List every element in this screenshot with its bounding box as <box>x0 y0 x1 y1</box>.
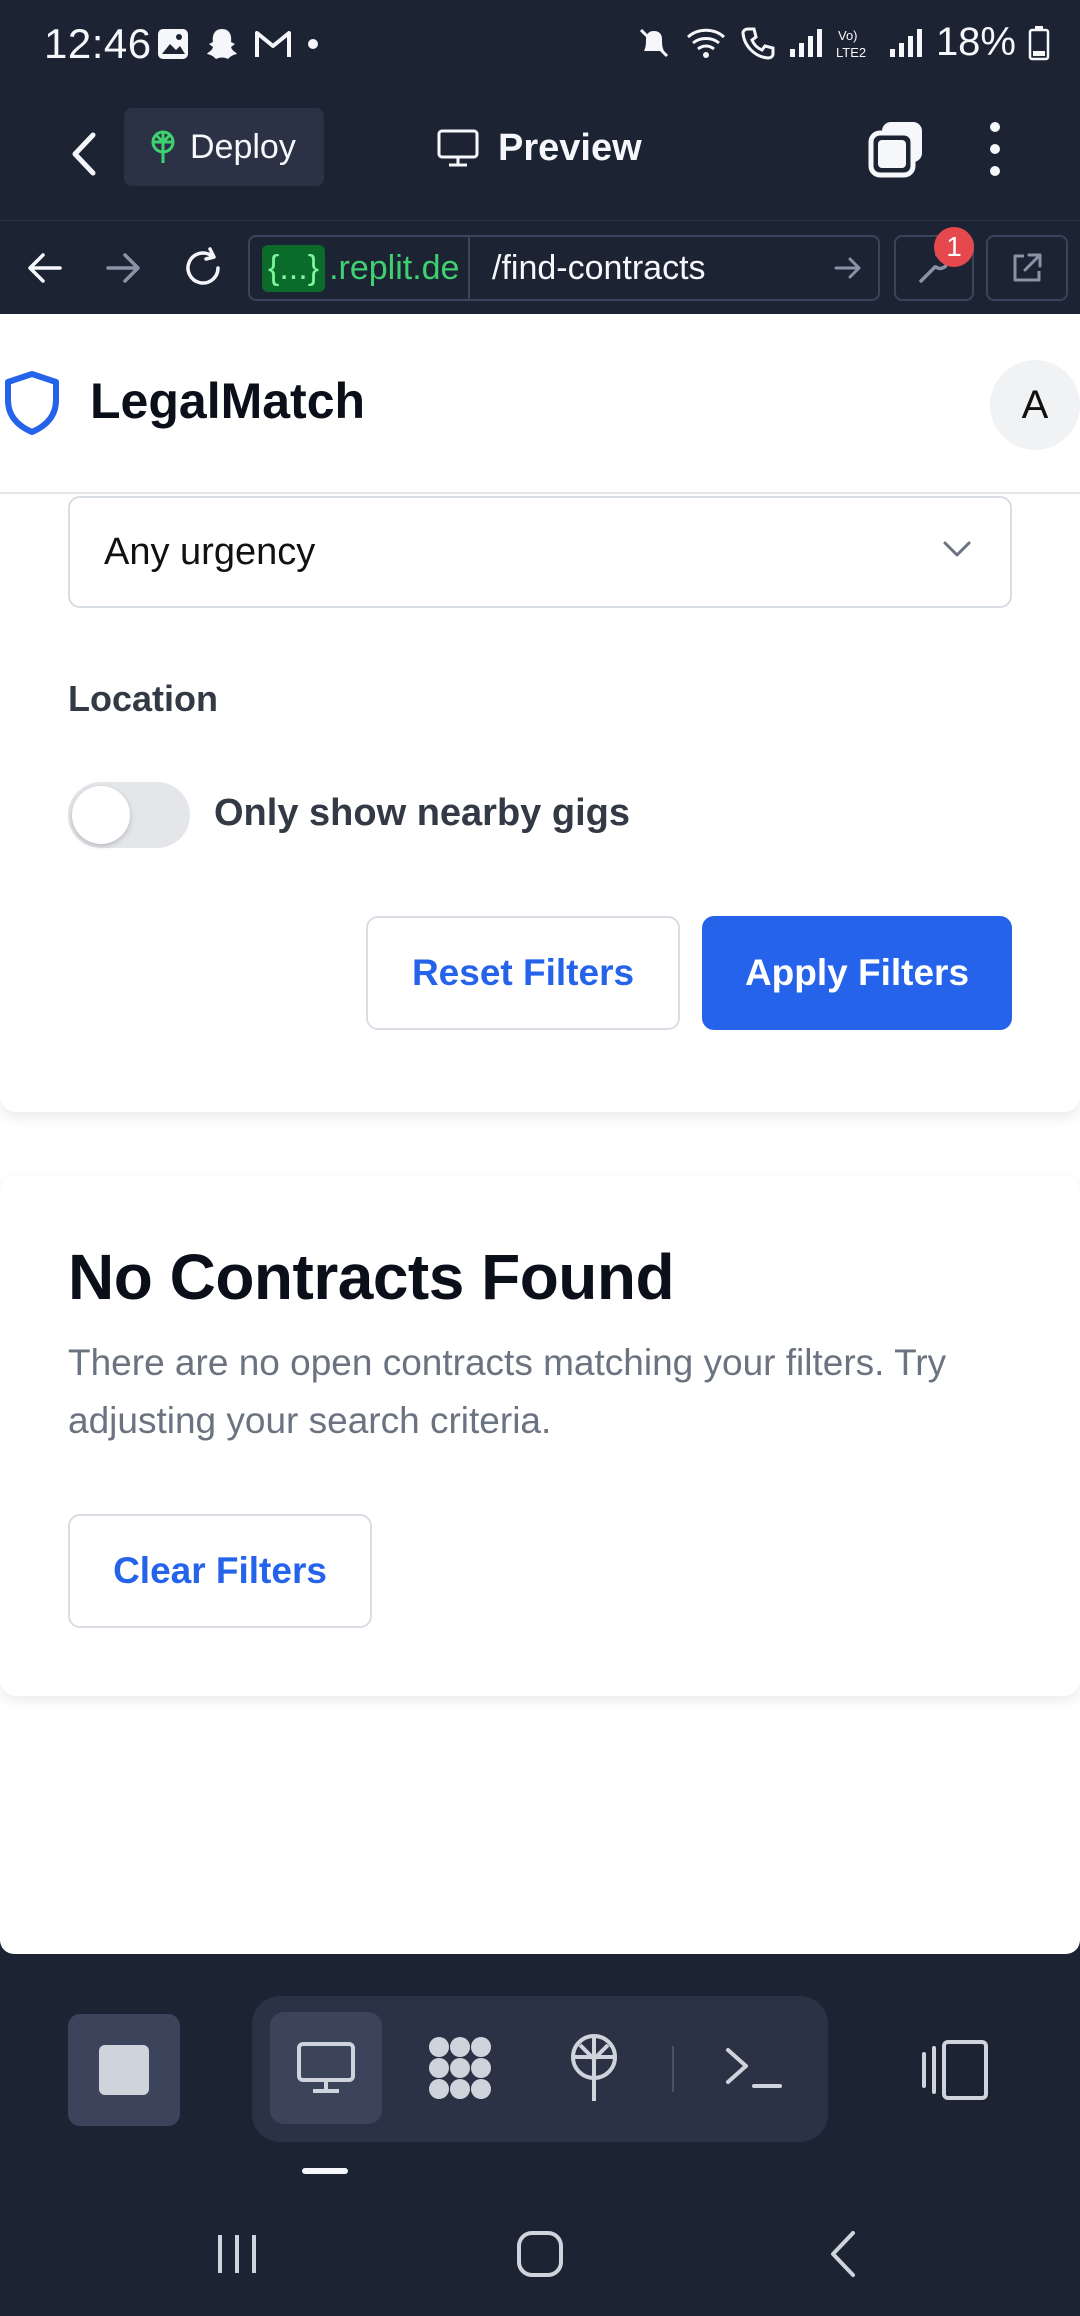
external-link-icon <box>1013 253 1042 282</box>
url-path: /find-contracts <box>492 248 706 287</box>
arrow-right-icon <box>834 257 861 279</box>
urgency-select-value: Any urgency <box>104 530 316 573</box>
image-icon <box>158 29 188 59</box>
empty-state-card: No Contracts Found There are no open con… <box>0 1176 1080 1696</box>
deploy-label: Deploy <box>190 127 296 166</box>
refresh-icon <box>186 247 220 285</box>
android-nav-bar <box>0 2180 1080 2316</box>
arrow-left-icon <box>28 253 62 283</box>
deploy-tool-button[interactable] <box>538 2012 650 2124</box>
preview-icon <box>297 2042 355 2093</box>
mute-icon <box>639 28 668 57</box>
url-host: {...} .replit.de <box>250 237 470 299</box>
notification-icons <box>156 26 320 62</box>
system-icons: Vo) LTE2 18% <box>636 20 1050 65</box>
more-icon-dot <box>990 144 1000 154</box>
layout-toggle-button[interactable] <box>920 2038 990 2102</box>
recents-button[interactable] <box>212 2226 262 2282</box>
console-icon <box>726 2048 782 2088</box>
refresh-button[interactable] <box>178 243 228 293</box>
filters-card: Any urgency Location Only show nearby gi… <box>0 496 1080 1112</box>
home-icon <box>517 2231 563 2277</box>
deploy-button[interactable]: Deploy <box>124 108 324 186</box>
tabs-button[interactable] <box>866 118 928 180</box>
avatar[interactable]: A <box>990 360 1080 450</box>
devtools-error-badge: 1 <box>934 227 974 267</box>
open-external-button[interactable] <box>986 235 1068 301</box>
url-bar: {...} .replit.de /find-contracts 1 <box>0 220 1080 314</box>
brand-name: LegalMatch <box>90 373 366 429</box>
battery-percent: 18% <box>935 20 1016 64</box>
tabs-icon <box>868 122 922 178</box>
tool-switcher <box>252 1996 828 2142</box>
reset-filters-button[interactable]: Reset Filters <box>366 916 680 1030</box>
workspace-tool-button[interactable] <box>404 2012 516 2124</box>
gmail-icon <box>255 31 291 57</box>
preview-label: Preview <box>498 126 642 169</box>
url-host-badge: {...} <box>262 244 326 292</box>
nearby-gigs-label: Only show nearby gigs <box>214 792 630 834</box>
toggle-knob <box>72 786 130 844</box>
wifi-icon <box>686 28 725 58</box>
deploy-icon <box>151 130 175 163</box>
workspace-icon <box>429 2037 491 2099</box>
preview-tool-button[interactable] <box>270 2012 382 2124</box>
home-button[interactable] <box>512 2226 568 2282</box>
apply-filters-button[interactable]: Apply Filters <box>702 916 1012 1030</box>
empty-state-description: There are no open contracts matching you… <box>68 1342 947 1441</box>
call-icon <box>741 27 775 60</box>
chevron-down-icon <box>943 541 971 557</box>
lte-icon: Vo) LTE2 <box>836 28 866 60</box>
empty-state-title: No Contracts Found <box>68 1241 675 1313</box>
dot-icon <box>308 39 318 49</box>
replit-bottom-toolbar <box>0 1954 1080 2174</box>
clear-filters-button[interactable]: Clear Filters <box>68 1514 372 1628</box>
more-icon-dot <box>990 166 1000 176</box>
more-menu-button[interactable] <box>980 118 1010 180</box>
arrow-right-icon <box>106 253 140 283</box>
nearby-gigs-toggle[interactable] <box>68 782 190 848</box>
layout-icon <box>922 2040 988 2100</box>
svg-text:Vo): Vo) <box>838 28 858 43</box>
more-icon-dot <box>990 122 1000 132</box>
system-back-button[interactable] <box>820 2226 866 2282</box>
console-tool-button[interactable] <box>698 2012 810 2124</box>
url-go-button[interactable] <box>818 256 878 280</box>
browser-back-button[interactable] <box>20 243 70 293</box>
url-host-text: .replit.de <box>329 248 460 287</box>
location-label: Location <box>68 678 218 719</box>
app-header: LegalMatch A <box>0 314 1080 494</box>
preview-tab-title: Preview <box>436 116 642 180</box>
stop-button[interactable] <box>68 2014 180 2126</box>
deploy-icon <box>571 2034 617 2101</box>
signal-icon-2 <box>889 28 922 57</box>
snapchat-icon <box>207 29 237 59</box>
monitor-icon <box>437 129 479 167</box>
tool-divider <box>672 2046 674 2092</box>
urgency-select[interactable]: Any urgency <box>68 496 1012 608</box>
back-button[interactable] <box>56 122 112 186</box>
browser-forward-button[interactable] <box>98 243 148 293</box>
svg-text:LTE2: LTE2 <box>836 45 866 60</box>
shield-icon <box>5 371 59 435</box>
url-input[interactable]: {...} .replit.de /find-contracts <box>248 235 880 301</box>
status-time: 12:46 <box>44 20 152 67</box>
status-bar: 12:46 Vo) LTE2 18% <box>0 0 1080 92</box>
back-icon <box>72 132 96 176</box>
stop-icon <box>99 2045 149 2095</box>
replit-top-bar: Deploy Preview <box>0 92 1080 220</box>
signal-icon <box>789 28 822 57</box>
chevron-left-icon <box>831 2231 855 2277</box>
active-tool-indicator <box>302 2168 348 2174</box>
recents-icon <box>218 2235 256 2273</box>
app-webview: LegalMatch A Any urgency Location Only s… <box>0 314 1080 1954</box>
battery-icon <box>1028 25 1050 60</box>
